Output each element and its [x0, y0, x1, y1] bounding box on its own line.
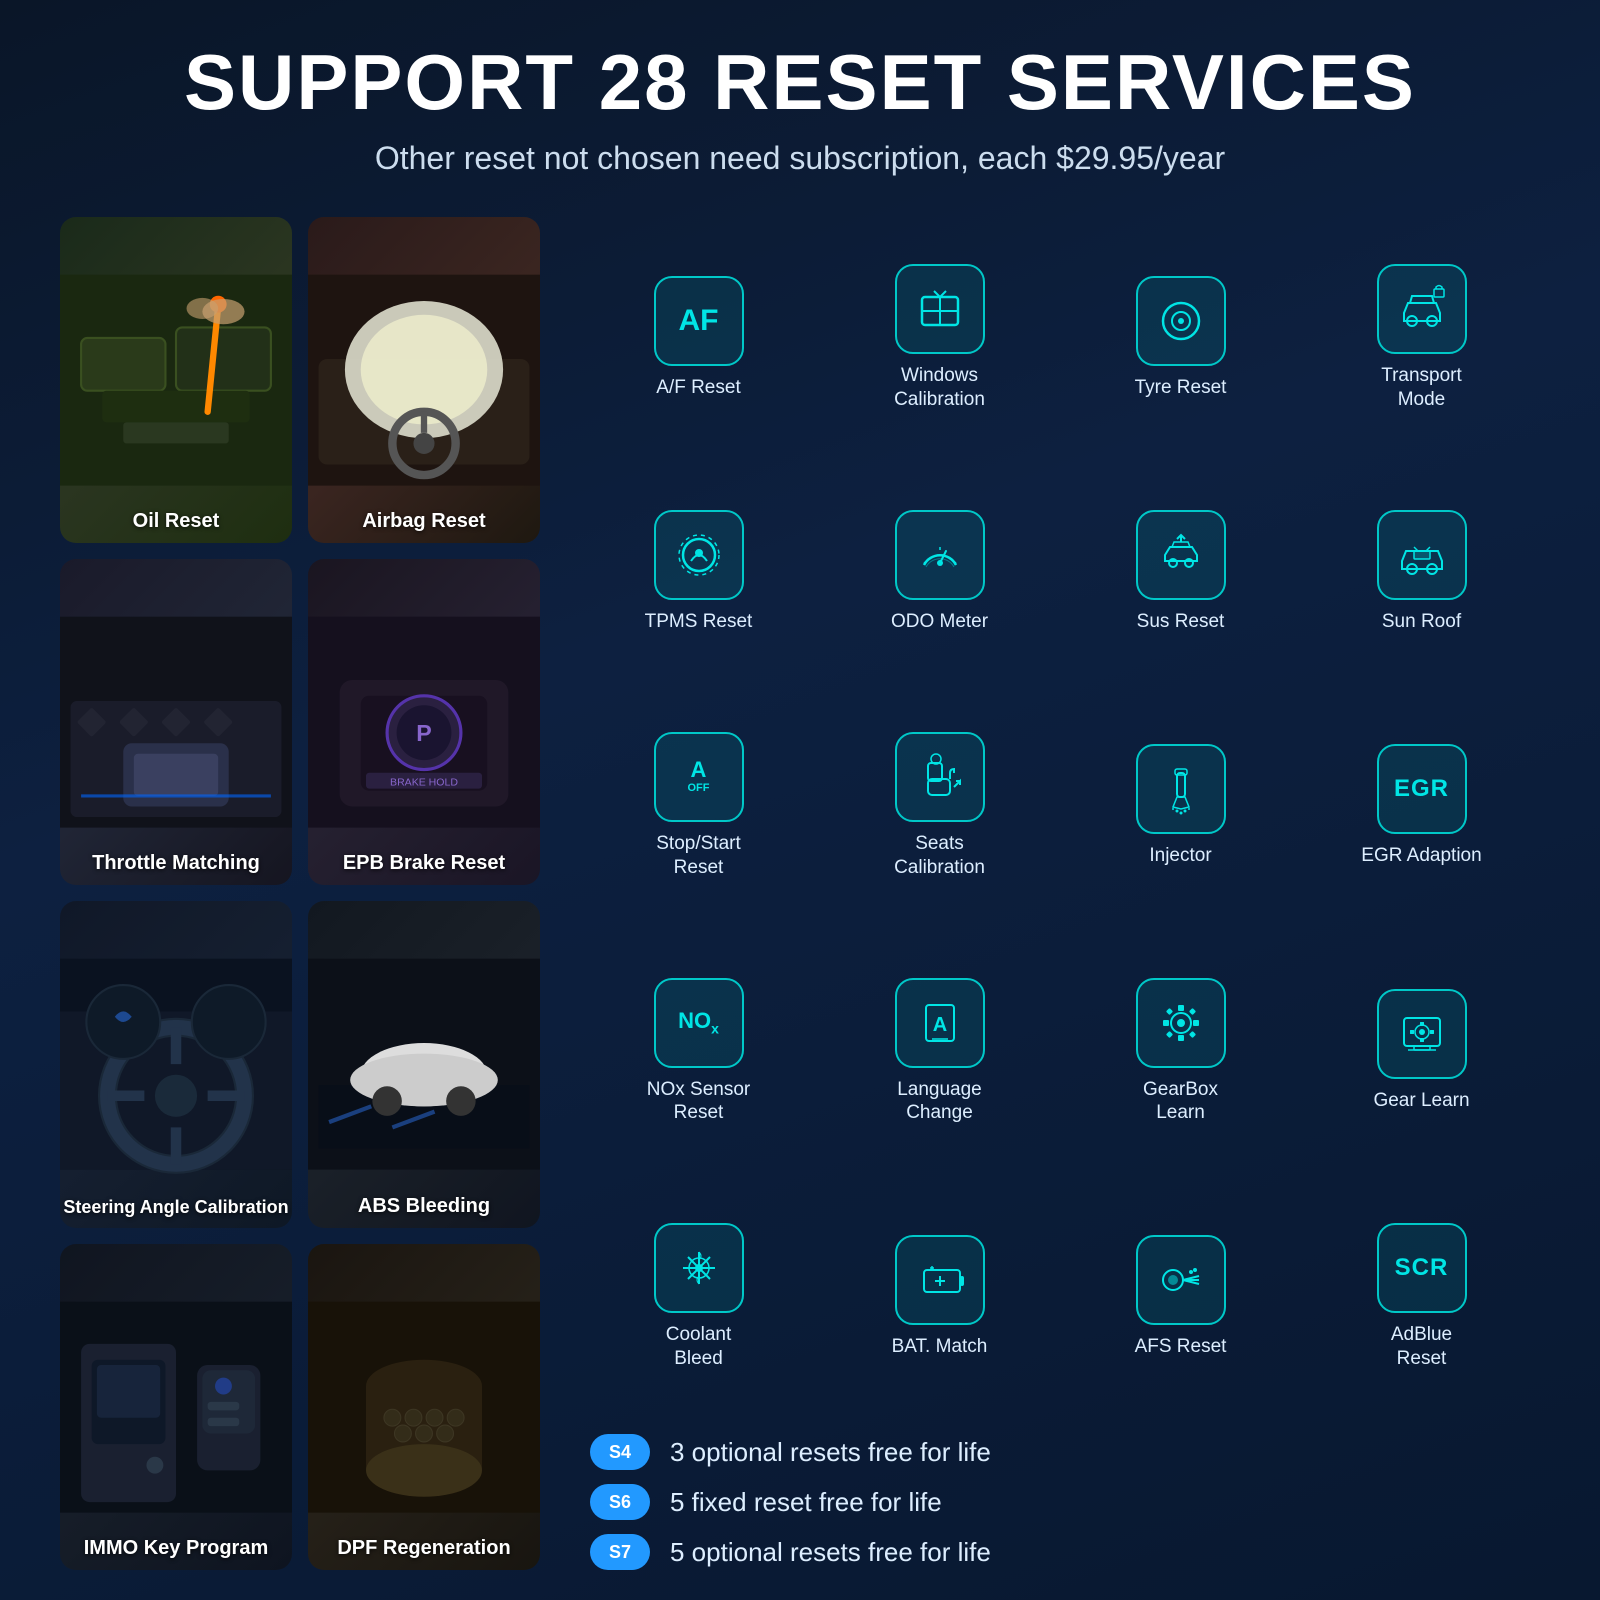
photo-card-immo: IMMO Key Program	[60, 1244, 292, 1570]
nox-sensor-reset-label: NOx SensorReset	[647, 1078, 750, 1126]
gear-learn-icon	[1377, 989, 1467, 1079]
gear-learn-label: Gear Learn	[1373, 1089, 1469, 1113]
sun-roof-label: Sun Roof	[1382, 610, 1461, 634]
windows-calibration-label: WindowsCalibration	[894, 364, 985, 412]
transport-mode-icon	[1377, 264, 1467, 354]
photo-card-steering: Steering Angle Calibration	[60, 901, 292, 1227]
service-item-tpms-reset: TPMS Reset	[580, 463, 817, 677]
nox-sensor-reset-icon: NOx	[654, 978, 744, 1068]
language-change-icon: A	[895, 978, 985, 1068]
photo-card-abs-label: ABS Bleeding	[308, 1195, 540, 1218]
badge-s7: S7	[590, 1534, 650, 1570]
page-subtitle: Other reset not chosen need subscription…	[375, 140, 1225, 177]
adblue-reset-label: AdBlueReset	[1391, 1323, 1452, 1371]
service-item-af-reset: AF A/F Reset	[580, 217, 817, 455]
photo-cards-grid: Oil Reset	[60, 217, 540, 1570]
svg-text:P: P	[416, 720, 431, 746]
injector-label: Injector	[1149, 844, 1211, 868]
af-reset-label: A/F Reset	[656, 376, 740, 400]
sus-reset-icon	[1136, 510, 1226, 600]
sus-reset-label: Sus Reset	[1137, 610, 1225, 634]
service-item-bat-match: BAT. Match	[821, 1176, 1058, 1414]
gearbox-learn-icon	[1136, 978, 1226, 1068]
photo-card-airbag-reset-label: Airbag Reset	[308, 510, 540, 533]
page-title: SUPPORT 28 RESET SERVICES	[184, 40, 1416, 126]
photo-card-dpf: DPF Regeneration	[308, 1244, 540, 1570]
seats-calibration-icon	[895, 732, 985, 822]
tyre-reset-icon	[1136, 276, 1226, 366]
badges-section: S4 3 optional resets free for life S6 5 …	[580, 1434, 1540, 1570]
svg-text:A: A	[932, 1014, 946, 1036]
content-area: Oil Reset	[60, 217, 1540, 1570]
photo-card-epb-label: EPB Brake Reset	[308, 852, 540, 875]
service-item-stop-start-reset: A OFF Stop/StartReset	[580, 685, 817, 923]
photo-card-steering-label: Steering Angle Calibration	[60, 1197, 292, 1218]
service-item-sun-roof: Sun Roof	[1303, 463, 1540, 677]
tpms-reset-icon	[654, 510, 744, 600]
egr-adaption-label: EGR Adaption	[1361, 844, 1481, 868]
transport-mode-label: TransportMode	[1381, 364, 1462, 412]
photo-card-epb-brake-reset: P BRAKE HOLD EPB Brake Reset	[308, 559, 540, 885]
right-section: AF A/F Reset WindowsCalibration	[580, 217, 1540, 1570]
service-item-afs-reset: AFS Reset	[1062, 1176, 1299, 1414]
seats-calibration-label: SeatsCalibration	[894, 832, 985, 880]
bat-match-label: BAT. Match	[892, 1335, 988, 1359]
badge-s4-text: 3 optional resets free for life	[670, 1437, 991, 1468]
badge-s6-text: 5 fixed reset free for life	[670, 1487, 942, 1518]
afs-reset-icon	[1136, 1235, 1226, 1325]
service-item-egr-adaption: EGR EGR Adaption	[1303, 685, 1540, 923]
service-item-language-change: A LanguageChange	[821, 930, 1058, 1168]
badge-row-s6: S6 5 fixed reset free for life	[590, 1484, 1540, 1520]
afs-reset-label: AFS Reset	[1135, 1335, 1227, 1359]
service-item-injector: Injector	[1062, 685, 1299, 923]
photo-card-oil-reset: Oil Reset	[60, 217, 292, 543]
service-item-windows-calibration: WindowsCalibration	[821, 217, 1058, 455]
tyre-reset-label: Tyre Reset	[1135, 376, 1227, 400]
service-item-tyre-reset: Tyre Reset	[1062, 217, 1299, 455]
badge-s4: S4	[590, 1434, 650, 1470]
photo-card-dpf-label: DPF Regeneration	[308, 1537, 540, 1560]
egr-adaption-icon: EGR	[1377, 744, 1467, 834]
stop-start-reset-label: Stop/StartReset	[656, 832, 741, 880]
gearbox-learn-label: GearBoxLearn	[1143, 1078, 1218, 1126]
service-item-nox-sensor-reset: NOx NOx SensorReset	[580, 930, 817, 1168]
service-item-adblue-reset: SCR AdBlueReset	[1303, 1176, 1540, 1414]
photo-card-throttle-label: Throttle Matching	[60, 852, 292, 875]
photo-card-throttle-matching: Throttle Matching	[60, 559, 292, 885]
language-change-label: LanguageChange	[897, 1078, 982, 1126]
main-container: SUPPORT 28 RESET SERVICES Other reset no…	[0, 0, 1600, 1600]
service-item-transport-mode: TransportMode	[1303, 217, 1540, 455]
injector-icon	[1136, 744, 1226, 834]
bat-match-icon	[895, 1235, 985, 1325]
badge-s6: S6	[590, 1484, 650, 1520]
odo-meter-icon	[895, 510, 985, 600]
adblue-reset-icon: SCR	[1377, 1223, 1467, 1313]
sun-roof-icon	[1377, 510, 1467, 600]
photo-card-abs-bleeding: ABS Bleeding	[308, 901, 540, 1227]
service-item-coolant-bleed: CoolantBleed	[580, 1176, 817, 1414]
service-item-seats-calibration: SeatsCalibration	[821, 685, 1058, 923]
windows-calibration-icon	[895, 264, 985, 354]
badge-row-s7: S7 5 optional resets free for life	[590, 1534, 1540, 1570]
photo-card-oil-reset-label: Oil Reset	[60, 510, 292, 533]
service-item-gearbox-learn: GearBoxLearn	[1062, 930, 1299, 1168]
service-item-gear-learn: Gear Learn	[1303, 930, 1540, 1168]
badge-s7-text: 5 optional resets free for life	[670, 1537, 991, 1568]
photo-card-airbag-reset: Airbag Reset	[308, 217, 540, 543]
badge-row-s4: S4 3 optional resets free for life	[590, 1434, 1540, 1470]
photo-card-immo-label: IMMO Key Program	[60, 1537, 292, 1560]
tpms-reset-label: TPMS Reset	[645, 610, 753, 634]
odo-meter-label: ODO Meter	[891, 610, 988, 634]
coolant-bleed-label: CoolantBleed	[666, 1323, 732, 1371]
service-item-odo-meter: ODO Meter	[821, 463, 1058, 677]
stop-start-reset-icon: A OFF	[654, 732, 744, 822]
coolant-bleed-icon	[654, 1223, 744, 1313]
services-grid: AF A/F Reset WindowsCalibration	[580, 217, 1540, 1414]
service-item-sus-reset: Sus Reset	[1062, 463, 1299, 677]
af-reset-icon: AF	[654, 276, 744, 366]
svg-text:BRAKE HOLD: BRAKE HOLD	[390, 777, 458, 789]
